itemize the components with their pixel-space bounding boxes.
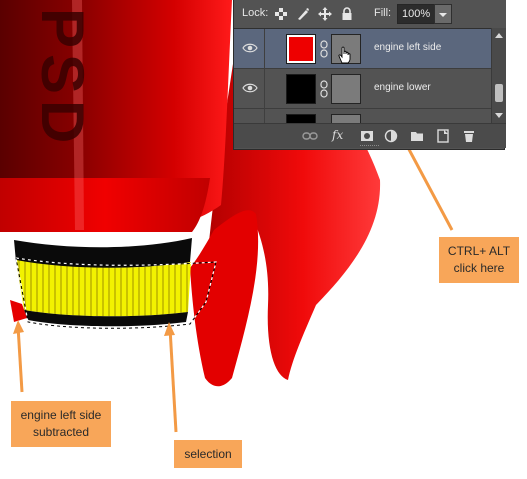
layer-row-engine-left-side[interactable]: engine left side [234, 29, 491, 69]
callout-engine-left-line1: engine left side [20, 408, 102, 422]
layer-color-thumbnail[interactable] [286, 74, 316, 104]
layer-name: engine lower [374, 82, 431, 93]
layer-row-partial[interactable] [234, 109, 491, 124]
delete-layer-icon[interactable] [462, 129, 476, 143]
fill-opacity-input[interactable]: 100% [397, 4, 436, 24]
callout-engine-left-subtracted: engine left side subtracted [11, 401, 111, 447]
callout-ctrl-alt-line1: CTRL+ ALT [447, 244, 511, 258]
lock-position-icon[interactable] [318, 7, 332, 21]
fill-dropdown-button[interactable] [434, 4, 452, 24]
layer-color-thumbnail[interactable] [286, 34, 316, 64]
lock-transparent-pixels-icon[interactable] [274, 7, 288, 21]
rocket-lettering: PSD [29, 8, 96, 149]
lock-label: Lock: [242, 7, 269, 19]
mask-link-icon[interactable] [320, 80, 328, 98]
visibility-eye-icon[interactable] [242, 81, 258, 95]
fx-icon[interactable]: fx [332, 128, 343, 142]
engine-yellow-band [16, 260, 191, 317]
layer-name: engine left side [374, 42, 442, 53]
scroll-up-arrow-icon[interactable] [495, 33, 503, 38]
lock-all-icon[interactable] [340, 7, 354, 21]
new-layer-icon[interactable] [436, 129, 450, 143]
adjustment-layer-icon[interactable] [384, 129, 398, 143]
rocket-lower-fin [190, 210, 259, 387]
rocket-skirt [0, 178, 210, 232]
layers-panel: Lock: Fill: 100% engine left side engine… [233, 0, 506, 150]
layers-list: engine left side engine lower [234, 28, 491, 124]
visibility-eye-icon[interactable] [242, 41, 258, 55]
lock-image-pixels-icon[interactable] [296, 7, 310, 21]
link-layers-icon[interactable] [302, 129, 318, 143]
add-mask-icon[interactable] [360, 129, 374, 143]
engine-nozzle-top [14, 238, 192, 268]
arrow-engine-left [16, 325, 24, 393]
layer-row-engine-lower[interactable]: engine lower [234, 69, 491, 109]
layers-scrollbar[interactable] [491, 28, 506, 123]
callout-ctrl-alt: CTRL+ ALT click here [439, 237, 519, 283]
callout-selection: selection [174, 440, 242, 468]
scroll-down-arrow-icon[interactable] [495, 113, 503, 118]
new-group-icon[interactable] [410, 129, 424, 143]
callout-selection-text: selection [184, 447, 232, 461]
callout-engine-left-line2: subtracted [32, 425, 90, 439]
fill-label: Fill: [374, 7, 392, 19]
callout-ctrl-alt-line2: click here [453, 261, 505, 275]
hand-cursor-icon [338, 46, 351, 64]
arrow-selection [168, 327, 178, 433]
layer-mask-thumbnail[interactable] [331, 74, 361, 104]
lock-bar: Lock: Fill: 100% [234, 0, 506, 28]
panel-resize-grip[interactable] [360, 144, 380, 147]
scrollbar-thumb[interactable] [495, 84, 503, 102]
mask-link-icon[interactable] [320, 40, 328, 58]
